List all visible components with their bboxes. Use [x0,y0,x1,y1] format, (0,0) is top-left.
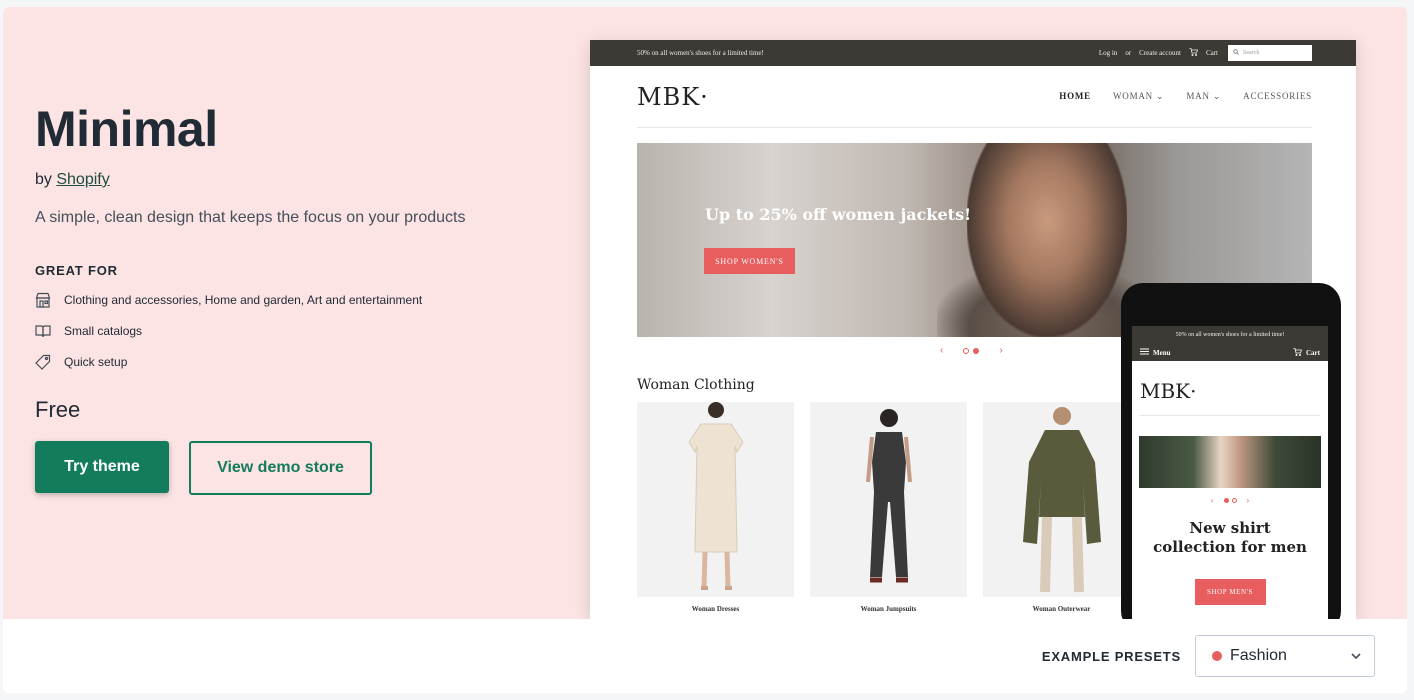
mobile-nav-bar: Menu Cart [1132,344,1328,361]
feature-label: Small catalogs [64,323,143,338]
tag-icon [35,354,53,370]
author-link[interactable]: Shopify [56,171,109,188]
preview-search-icon [1233,49,1239,57]
preview-logo: MBK· [637,82,709,111]
preview-nav: HOME WOMAN ⌄ MAN ⌄ ACCESSORIES [1059,91,1312,102]
chevron-down-icon [1350,647,1362,665]
mobile-screen: 50% on all women's shoes for a limited t… [1132,326,1328,626]
chevron-left-icon: ‹ [1210,496,1214,505]
preview-announcement-bar: 50% on all women's shoes for a limited t… [590,40,1356,66]
preview-product-image [810,402,967,597]
dress-figure [687,402,744,590]
mobile-headline: New shirt collection for men [1153,519,1307,556]
preview-product-image [637,402,794,597]
theme-hero: Minimal by Shopify A simple, clean desig… [3,7,1407,633]
theme-card: Minimal by Shopify A simple, clean desig… [3,7,1407,693]
feature-item: Clothing and accessories, Home and garde… [35,290,555,309]
preview-nav-item: ACCESSORIES [1243,91,1312,101]
preview-banner-text: Up to 25% off women jackets! [705,205,972,224]
feature-item: Small catalogs [35,321,555,340]
presets-bar: EXAMPLE PRESETS Fashion [3,619,1407,693]
preview-banner-button: SHOP WOMEN'S [704,248,795,274]
slider-dot [1223,498,1229,503]
banner-model-shape [967,143,1127,337]
slider-dot [963,347,970,354]
preview-nav-item: MAN ⌄ [1186,91,1222,101]
store-icon [35,292,53,308]
feature-item: Quick setup [35,352,555,371]
preview-cart: Cart [1205,49,1218,57]
mobile-announcement: 50% on all women's shoes for a limited t… [1132,326,1328,344]
mobile-menu-label: Menu [1153,348,1171,357]
preset-select[interactable]: Fashion [1195,635,1375,677]
preview-section-title: Woman Clothing [637,377,755,393]
preview-product-name: Woman Dresses [691,605,740,613]
slider-dots [1223,498,1237,503]
jumpsuit-figure [865,409,912,583]
preview-cart-icon [1189,48,1198,58]
preview-product-name: Woman Jumpsuits [860,605,917,613]
great-for-heading: GREAT FOR [35,263,118,278]
theme-byline: by Shopify [35,171,555,189]
mobile-logo: MBK· [1140,379,1320,416]
preview-or: or [1125,49,1132,57]
mobile-cart-label: Cart [1306,348,1320,357]
hamburger-icon [1140,348,1149,357]
jacket-figure [1022,407,1101,593]
presets-label: EXAMPLE PRESETS [1041,648,1181,664]
chevron-right-icon: › [1246,496,1250,505]
preview-slider-dots: ‹ › [940,345,1003,356]
theme-title: Minimal [35,101,218,157]
theme-description: A simple, clean design that keeps the fo… [35,209,466,226]
mobile-shop-button: SHOP MEN'S [1194,579,1266,605]
preview-login: Log in [1098,49,1118,57]
preview-nav-item: WOMAN ⌄ [1112,91,1165,101]
feature-label: Clothing and accessories, Home and garde… [64,292,423,307]
slider-dot [1231,498,1237,503]
theme-price: Free [35,397,81,422]
chevron-left-icon: ‹ [940,345,944,356]
mobile-preview: 50% on all women's shoes for a limited t… [1121,283,1341,633]
theme-info: Minimal by Shopify A simple, clean desig… [35,99,555,495]
preview-announcement: 50% on all women's shoes for a limited t… [637,49,764,57]
by-prefix: by [35,171,52,188]
mobile-slider-dots: ‹ › [1132,496,1328,505]
preview-create-account: Create account [1139,49,1181,57]
chevron-right-icon: › [999,345,1003,356]
preview-search-box: Search [1228,45,1312,61]
mobile-banner-image [1139,436,1321,488]
preview-product-image [983,402,1140,597]
preview-header: MBK· HOME WOMAN ⌄ MAN ⌄ ACCESSORIES [637,66,1312,128]
book-icon [35,323,53,339]
preset-color-dot [1212,651,1222,661]
try-theme-button[interactable]: Try theme [35,441,169,493]
preview-account-links: Log in or Create account Cart [1099,48,1218,58]
preview-nav-item: HOME [1059,91,1091,101]
mobile-cart-icon [1293,347,1303,358]
feature-label: Quick setup [64,354,128,369]
preview-product-name: Woman Outerwear [1032,605,1091,613]
view-demo-store-button[interactable]: View demo store [189,441,372,495]
slider-dots [963,347,980,354]
preview-search-placeholder: Search [1243,50,1260,56]
preset-value: Fashion [1230,647,1287,664]
slider-dot [973,347,980,354]
action-buttons: Try theme View demo store [35,441,555,495]
